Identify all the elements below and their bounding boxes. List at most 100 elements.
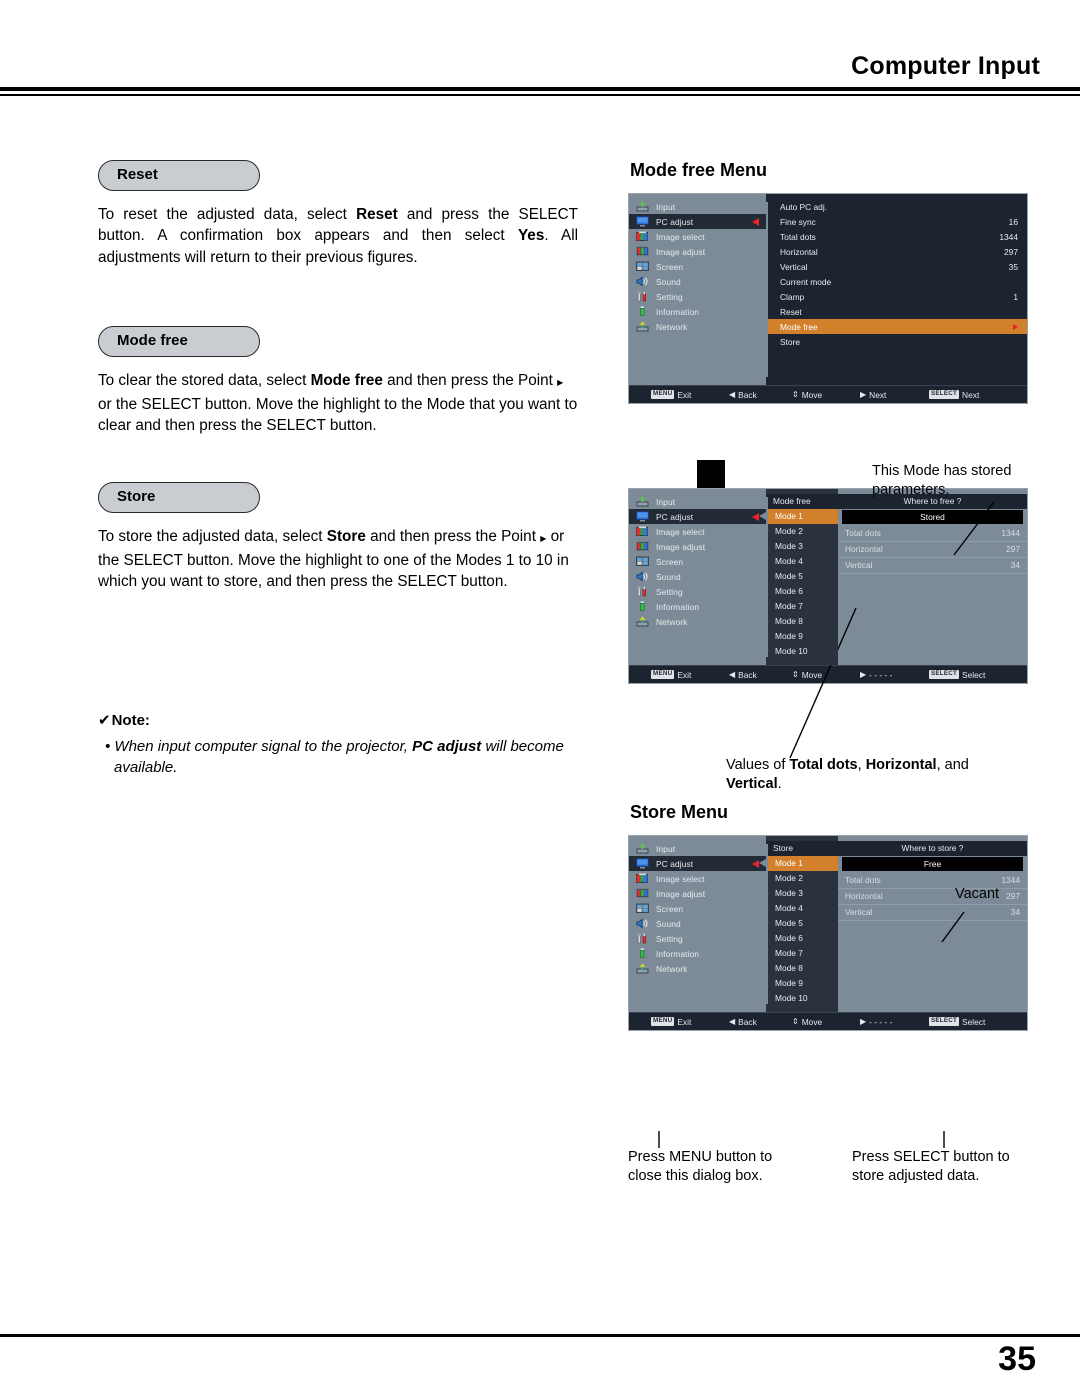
mode-item[interactable]: Mode 7 bbox=[766, 599, 838, 614]
hint-move[interactable]: ⇕ Move bbox=[792, 1017, 822, 1027]
mode-item[interactable]: Mode 8 bbox=[766, 961, 838, 976]
mode-item[interactable]: Mode 10 bbox=[766, 644, 838, 659]
sidebar-item-input[interactable]: Input bbox=[629, 841, 766, 856]
sidebar-item-pc-adjust[interactable]: PC adjust bbox=[629, 214, 766, 229]
leader-tick-select bbox=[942, 1131, 948, 1149]
hint-dashes[interactable]: ▶ - - - - - bbox=[860, 1017, 892, 1027]
values-note-bold-3: Vertical bbox=[726, 776, 778, 792]
sidebar-item-information[interactable]: Information bbox=[629, 946, 766, 961]
mode-item[interactable]: Mode 4 bbox=[766, 901, 838, 916]
sidebar-item-input[interactable]: Input bbox=[629, 494, 766, 509]
sidebar-item-image-adjust[interactable]: Image adjust bbox=[629, 244, 766, 259]
sidebar-item-screen[interactable]: Screen bbox=[629, 901, 766, 916]
sidebar-item-image-select[interactable]: Image select bbox=[629, 229, 766, 244]
osd-sidebar[interactable]: Input PC adjust Image select Image adjus… bbox=[629, 836, 766, 1012]
sidebar-item-image-select[interactable]: Image select bbox=[629, 871, 766, 886]
option-row-mode-free-highlighted[interactable]: Mode free bbox=[766, 319, 1027, 334]
sidebar-label: Image adjust bbox=[656, 541, 706, 552]
mode-label: Mode 6 bbox=[775, 933, 803, 943]
hint-back[interactable]: ◀ Back bbox=[729, 390, 757, 400]
mode-item-selected[interactable]: Mode 1 bbox=[759, 856, 838, 871]
mode-label: Mode 3 bbox=[775, 541, 803, 551]
option-row[interactable]: Total dots 1344 bbox=[766, 229, 1027, 244]
mode-label: Mode 9 bbox=[775, 631, 803, 641]
mode-item[interactable]: Mode 6 bbox=[766, 584, 838, 599]
mode-item-selected[interactable]: Mode 1 bbox=[759, 509, 838, 524]
hint-select[interactable]: SELECT Select bbox=[929, 670, 985, 680]
mode-item[interactable]: Mode 9 bbox=[766, 629, 838, 644]
sidebar-item-image-adjust[interactable]: Image adjust bbox=[629, 886, 766, 901]
hint-move[interactable]: ⇕ Move bbox=[792, 390, 822, 400]
osd-options-pane[interactable]: Auto PC adj. Fine sync 16 Total dots 1344 … bbox=[766, 194, 1027, 385]
option-row[interactable]: Store bbox=[766, 334, 1027, 349]
mode-item[interactable]: Mode 6 bbox=[766, 931, 838, 946]
sidebar-item-information[interactable]: Information bbox=[629, 599, 766, 614]
hint-exit[interactable]: MENU Exit bbox=[651, 390, 691, 400]
mode-item[interactable]: Mode 3 bbox=[766, 886, 838, 901]
caret-right-icon bbox=[759, 512, 766, 520]
sidebar-item-setting[interactable]: Setting bbox=[629, 931, 766, 946]
hint-select-next[interactable]: SELECT Next bbox=[929, 390, 979, 400]
sidebar-item-pc-adjust[interactable]: PC adjust bbox=[629, 509, 766, 524]
sidebar-item-setting[interactable]: Setting bbox=[629, 289, 766, 304]
option-row[interactable]: Auto PC adj. bbox=[766, 199, 1027, 214]
option-label: Current mode bbox=[780, 276, 832, 287]
sidebar-label: Information bbox=[656, 948, 699, 959]
mode-item[interactable]: Mode 10 bbox=[766, 991, 838, 1006]
sidebar-item-screen[interactable]: Screen bbox=[629, 554, 766, 569]
monitor-icon bbox=[636, 511, 649, 522]
hint-back[interactable]: ◀ Back bbox=[729, 670, 757, 680]
sidebar-item-network[interactable]: Network bbox=[629, 961, 766, 976]
mode-item[interactable]: Mode 9 bbox=[766, 976, 838, 991]
menu-key-icon: MENU bbox=[651, 670, 675, 679]
option-row[interactable]: Vertical 35 bbox=[766, 259, 1027, 274]
sidebar-item-sound[interactable]: Sound bbox=[629, 274, 766, 289]
mode-list-pane[interactable]: Mode free Mode 1 Mode 2 Mode 3 Mode 4 Mo… bbox=[759, 489, 838, 665]
figure-title-mode-free-menu: Mode free Menu bbox=[630, 160, 768, 180]
option-row[interactable]: Clamp 1 bbox=[766, 289, 1027, 304]
hint-back[interactable]: ◀ Back bbox=[729, 1017, 757, 1027]
mode-item[interactable]: Mode 2 bbox=[766, 871, 838, 886]
sidebar-item-sound[interactable]: Sound bbox=[629, 916, 766, 931]
sidebar-item-pc-adjust[interactable]: PC adjust bbox=[629, 856, 766, 871]
mode-item[interactable]: Mode 5 bbox=[766, 569, 838, 584]
mode-item[interactable]: Mode 3 bbox=[766, 539, 838, 554]
sidebar-item-screen[interactable]: Screen bbox=[629, 259, 766, 274]
option-row[interactable]: Horizontal 297 bbox=[766, 244, 1027, 259]
sidebar-item-setting[interactable]: Setting bbox=[629, 584, 766, 599]
sidebar-item-network[interactable]: Network bbox=[629, 614, 766, 629]
mode-item[interactable]: Mode 8 bbox=[766, 614, 838, 629]
hint-select[interactable]: SELECT Select bbox=[929, 1017, 985, 1027]
osd-sidebar[interactable]: Input PC adjust Image select Image adjus… bbox=[629, 489, 766, 665]
sidebar-item-image-adjust[interactable]: Image adjust bbox=[629, 539, 766, 554]
osd-sidebar[interactable]: Input PC adjust Image select Image adjus… bbox=[629, 194, 766, 385]
screen-icon bbox=[636, 903, 649, 914]
sidebar-item-information[interactable]: Information bbox=[629, 304, 766, 319]
sidebar-item-sound[interactable]: Sound bbox=[629, 569, 766, 584]
monitor-icon bbox=[636, 216, 649, 227]
page-header: Computer Input bbox=[0, 0, 1080, 96]
mode-list-pane[interactable]: Store Mode 1 Mode 2 Mode 3 Mode 4 Mode 5… bbox=[759, 836, 838, 1012]
option-label: Clamp bbox=[780, 291, 805, 302]
mode-item[interactable]: Mode 7 bbox=[766, 946, 838, 961]
option-row[interactable]: Fine sync 16 bbox=[766, 214, 1027, 229]
input-icon bbox=[636, 496, 649, 507]
mode-item[interactable]: Mode 4 bbox=[766, 554, 838, 569]
values-note-1: Values of bbox=[726, 757, 790, 773]
option-value: 297 bbox=[1004, 246, 1018, 257]
sidebar-item-network[interactable]: Network bbox=[629, 319, 766, 334]
mode-label: Mode 1 bbox=[775, 858, 803, 868]
osd-mode-free-menu[interactable]: Input PC adjust Image select Image adjus… bbox=[628, 193, 1028, 404]
hint-next[interactable]: ▶ Next bbox=[860, 390, 886, 400]
hint-exit[interactable]: MENU Exit bbox=[651, 1017, 691, 1027]
option-row[interactable]: Reset bbox=[766, 304, 1027, 319]
mode-item[interactable]: Mode 2 bbox=[766, 524, 838, 539]
mode-item[interactable]: Mode 5 bbox=[766, 916, 838, 931]
option-row[interactable]: Current mode bbox=[766, 274, 1027, 289]
sidebar-item-input[interactable]: Input bbox=[629, 199, 766, 214]
sidebar-item-image-select[interactable]: Image select bbox=[629, 524, 766, 539]
hint-dashes[interactable]: ▶ - - - - - bbox=[860, 670, 892, 680]
note-item: • When input computer signal to the proj… bbox=[98, 736, 578, 778]
hint-exit[interactable]: MENU Exit bbox=[651, 670, 691, 680]
screen-icon bbox=[636, 556, 649, 567]
